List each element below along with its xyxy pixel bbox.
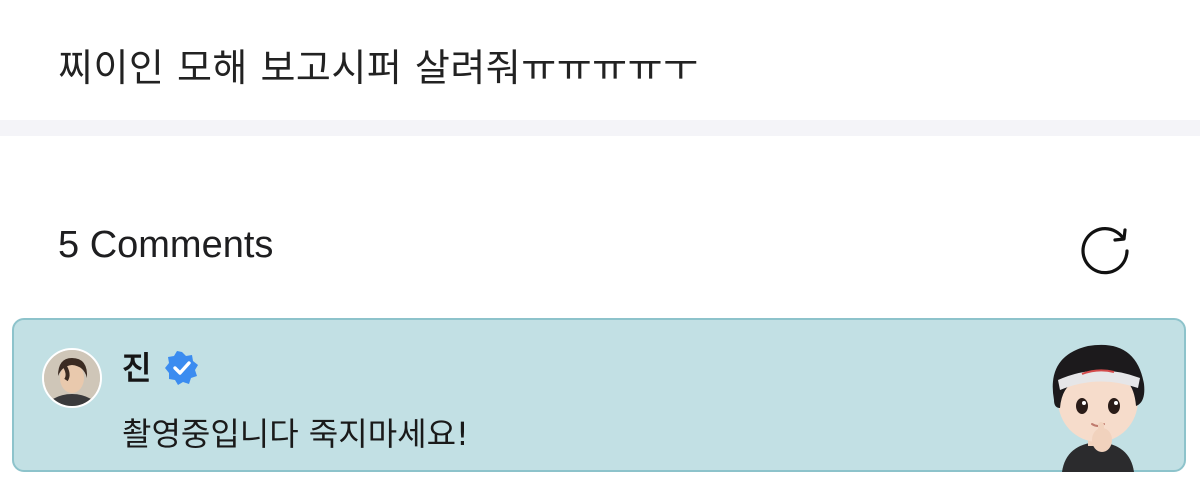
avatar-image xyxy=(44,350,100,406)
author-row: 진 xyxy=(122,346,199,390)
character-sticker xyxy=(1032,336,1164,472)
author-name[interactable]: 진 xyxy=(122,346,151,390)
verified-badge-icon xyxy=(165,351,199,385)
refresh-button[interactable] xyxy=(1076,218,1134,276)
comments-header: 5 Comments xyxy=(0,136,1200,314)
avatar[interactable] xyxy=(42,348,102,408)
post-body: 찌이인 모해 보고시퍼 살려줘ㅠㅠㅠㅠㅜ xyxy=(0,0,1200,120)
post-text: 찌이인 모해 보고시퍼 살려줘ㅠㅠㅠㅠㅜ xyxy=(58,46,699,90)
section-divider xyxy=(0,120,1200,136)
comments-count: 5 Comments xyxy=(58,224,274,266)
comment-text: 촬영중입니다 죽지마세요! xyxy=(122,415,469,453)
comment-card: 진 촬영중입니다 죽지마세요! xyxy=(12,318,1186,472)
refresh-icon xyxy=(1081,227,1129,275)
